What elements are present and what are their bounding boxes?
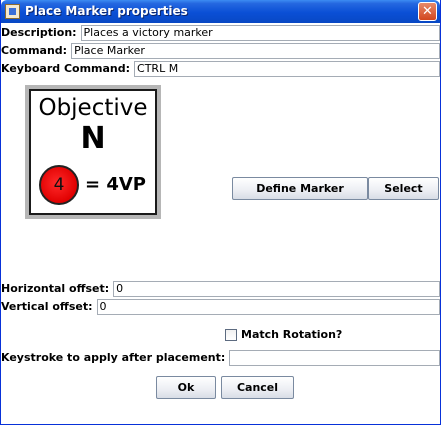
horizontal-offset-field[interactable]: 0	[113, 280, 440, 297]
circle-number: 4	[53, 175, 65, 195]
window-title: Place Marker properties	[25, 4, 188, 18]
command-field[interactable]: Place Marker	[71, 42, 440, 59]
match-rotation-checkbox[interactable]	[225, 329, 237, 341]
vertical-offset-field[interactable]: 0	[96, 298, 440, 315]
define-marker-button[interactable]: Define Marker	[232, 177, 368, 200]
keystroke-row: Keystroke to apply after placement:	[1, 349, 440, 366]
ok-button[interactable]: Ok	[156, 376, 216, 399]
command-row: Command: Place Marker	[1, 42, 440, 59]
dialog-body: Description: Places a victory marker Com…	[1, 23, 440, 424]
keyboard-command-row: Keyboard Command: CTRL M	[1, 60, 440, 77]
description-row: Description: Places a victory marker	[1, 24, 440, 41]
keystroke-label: Keystroke to apply after placement:	[1, 351, 226, 364]
victory-point-text: = 4VP	[85, 174, 146, 195]
keyboard-command-field[interactable]: CTRL M	[134, 60, 440, 77]
keystroke-field[interactable]	[229, 349, 440, 366]
app-icon	[5, 4, 20, 19]
select-button[interactable]: Select	[368, 177, 439, 200]
description-field[interactable]: Places a victory marker	[80, 24, 440, 41]
vertical-offset-label: Vertical offset:	[1, 300, 93, 313]
cancel-button[interactable]: Cancel	[221, 376, 294, 399]
description-label: Description:	[1, 26, 77, 39]
marker-preview-image: Objective N 4 = 4VP	[25, 85, 161, 219]
match-rotation-label[interactable]: Match Rotation?	[241, 328, 346, 341]
keyboard-command-label: Keyboard Command:	[1, 62, 131, 75]
title-bar[interactable]: Place Marker properties ✕	[1, 0, 440, 23]
place-marker-dialog: Place Marker properties ✕ Description: P…	[0, 0, 441, 425]
marker-heading: Objective	[38, 95, 148, 121]
marker-letter: N	[80, 121, 106, 156]
vertical-offset-row: Vertical offset: 0	[1, 298, 440, 315]
command-label: Command:	[1, 44, 68, 57]
victory-point-circle: 4	[39, 165, 79, 205]
marker-counter: Objective N 4 = 4VP	[29, 89, 157, 215]
horizontal-offset-row: Horizontal offset: 0	[1, 280, 440, 297]
close-button[interactable]: ✕	[418, 2, 437, 21]
horizontal-offset-label: Horizontal offset:	[1, 282, 110, 295]
